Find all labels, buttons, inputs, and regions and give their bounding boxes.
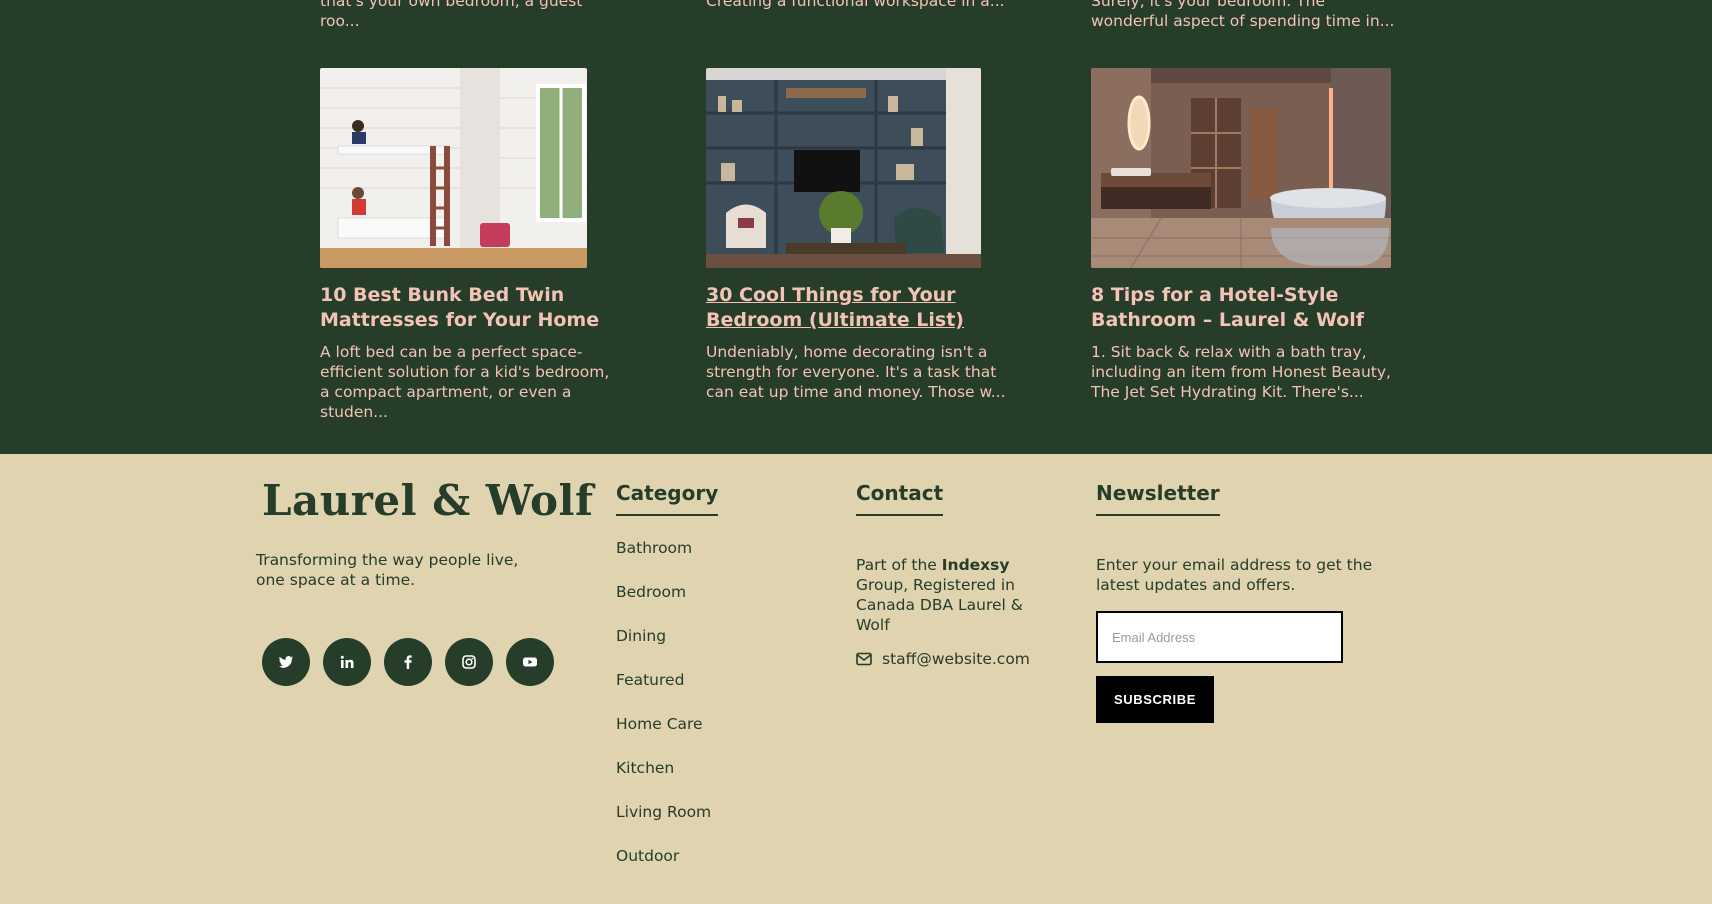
social-links [262, 638, 554, 686]
subscribe-button[interactable]: SUBSCRIBE [1096, 676, 1214, 723]
related-posts-section: that's your own bedroom, a guest roo... … [0, 0, 1712, 454]
youtube-button[interactable] [506, 638, 554, 686]
category-link-home-care[interactable]: Home Care [616, 715, 703, 733]
company-name: Indexsy [941, 556, 1010, 574]
category-link: Bedroom [616, 582, 711, 626]
post-excerpt: Undeniably, home decorating isn't a stre… [706, 343, 1006, 401]
contact-text-after: Group, Registered in Canada DBA Laurel &… [856, 576, 1023, 634]
newsletter-heading: Newsletter [1096, 480, 1220, 516]
brand-tagline: Transforming the way people live, one sp… [256, 551, 519, 589]
linkedin-icon [340, 655, 354, 668]
bunk-bed-bedroom-photo[interactable] [320, 68, 587, 268]
contact-email-text: staff@website.com [882, 650, 1030, 668]
category-link-kitchen[interactable]: Kitchen [616, 759, 674, 777]
contact-heading: Contact [856, 480, 944, 516]
instagram-icon [462, 655, 476, 669]
category-link: Outdoor [616, 846, 711, 890]
post-card: 30 Cool Things for Your Bedroom (Ultimat… [706, 68, 1006, 402]
post-title-link[interactable]: 30 Cool Things for Your Bedroom (Ultimat… [706, 283, 1006, 333]
category-link-dining[interactable]: Dining [616, 627, 666, 645]
youtube-icon [523, 657, 537, 667]
post-card: 10 Best Bunk Bed Twin Mattresses for You… [320, 68, 620, 422]
twitter-button[interactable] [262, 638, 310, 686]
category-link: Dining [616, 626, 711, 670]
category-link-bedroom[interactable]: Bedroom [616, 583, 686, 601]
instagram-button[interactable] [445, 638, 493, 686]
post-excerpt: 1. Sit back & relax with a bath tray, in… [1091, 343, 1391, 401]
category-link-outdoor[interactable]: Outdoor [616, 847, 679, 865]
category-link: Featured [616, 670, 711, 714]
email-input[interactable] [1096, 611, 1343, 663]
facebook-icon [404, 655, 412, 669]
post-card: 8 Tips for a Hotel-Style Bathroom – Laur… [1091, 68, 1391, 402]
twitter-icon [279, 656, 293, 668]
contact-email-link[interactable]: staff@website.com [856, 650, 1030, 668]
category-link: Home Care [616, 714, 711, 758]
post-excerpt: A loft bed can be a perfect space-effici… [320, 343, 610, 421]
category-link-featured[interactable]: Featured [616, 671, 684, 689]
living-room-shelves-photo[interactable] [706, 68, 981, 268]
facebook-button[interactable] [384, 638, 432, 686]
post-title-link[interactable]: 10 Best Bunk Bed Twin Mattresses for You… [320, 283, 620, 333]
category-link: Living Room [616, 802, 711, 846]
category-heading: Category [616, 480, 719, 516]
site-footer: Laurel & Wolf Transforming the way peopl… [0, 454, 1712, 904]
category-link: Bathroom [616, 538, 711, 582]
category-list: Bathroom Bedroom Dining Featured Home Ca… [616, 538, 711, 890]
brand-logo[interactable]: Laurel & Wolf [262, 476, 594, 525]
post-excerpt-partial: that's your own bedroom, a guest roo... [320, 0, 583, 30]
hotel-bathroom-photo[interactable] [1091, 68, 1391, 268]
contact-text-before: Part of the [856, 556, 942, 574]
linkedin-button[interactable] [323, 638, 371, 686]
post-excerpt-partial: Creating a functional workspace in a... [706, 0, 1005, 10]
category-link: Kitchen [616, 758, 711, 802]
post-title-link[interactable]: 8 Tips for a Hotel-Style Bathroom – Laur… [1091, 283, 1391, 333]
newsletter-description: Enter your email address to get the late… [1096, 556, 1373, 594]
envelope-icon [856, 652, 872, 666]
category-link-bathroom[interactable]: Bathroom [616, 539, 692, 557]
contact-description: Part of the Indexsy Group, Registered in… [856, 555, 1031, 635]
category-link-living-room[interactable]: Living Room [616, 803, 711, 821]
post-excerpt-partial: Surely, it's your bedroom. The wonderful… [1091, 0, 1395, 30]
